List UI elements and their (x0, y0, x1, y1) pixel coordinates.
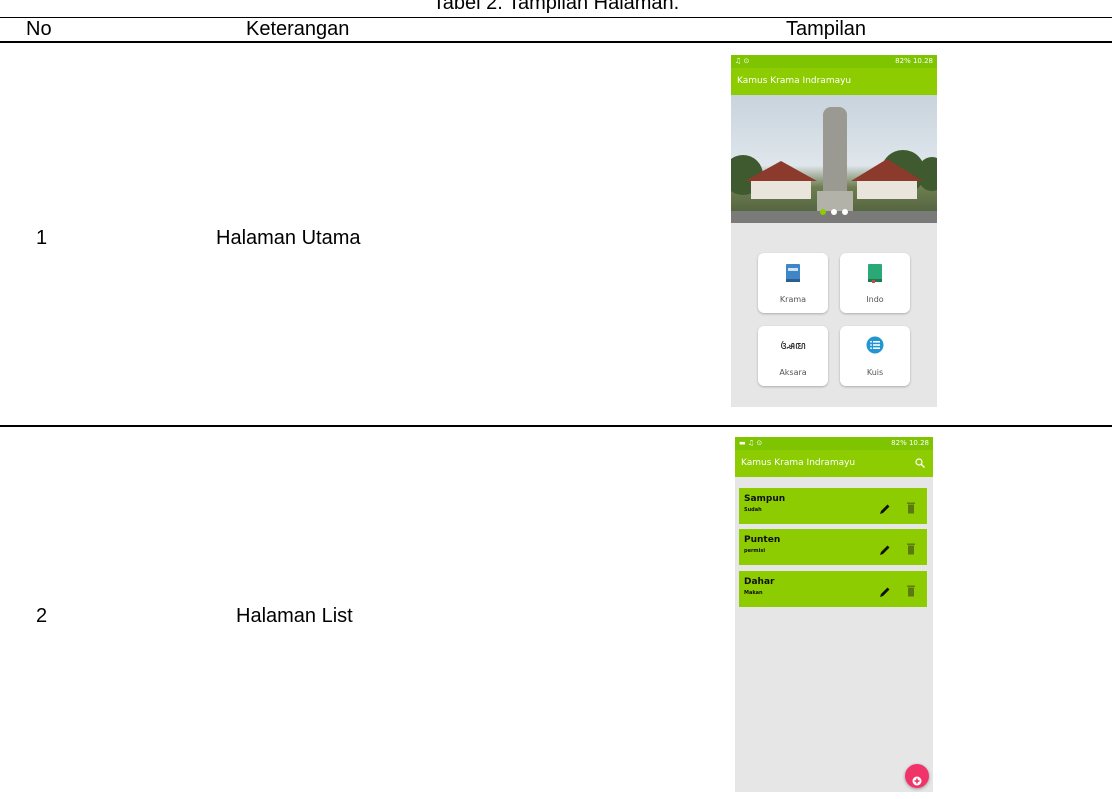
search-icon[interactable] (915, 458, 925, 471)
status-bar: ♫ ⊙ 82% 10.28 (731, 55, 937, 68)
table-caption: Tabel 2. Tampilan Halaman. (432, 0, 680, 14)
header-bottom-rule (0, 41, 1112, 43)
status-right: 82% 10.28 (895, 57, 933, 65)
menu-tile-aksara[interactable]: ꦄꦩ Aksara (758, 326, 828, 386)
carousel-dot[interactable] (820, 209, 826, 215)
menu-tile-label: Aksara (779, 368, 807, 377)
list-item[interactable]: Dahar Makan (739, 571, 927, 607)
edit-pencil-icon[interactable] (879, 500, 891, 514)
header-no: No (26, 18, 52, 40)
edit-pencil-icon[interactable] (879, 541, 891, 555)
header-keterangan: Keterangan (246, 18, 350, 40)
edit-pencil-icon[interactable] (879, 583, 891, 597)
row-2-keterangan: Halaman List (236, 605, 353, 627)
menu-tile-kuis[interactable]: Kuis (840, 326, 910, 386)
row-2-no: 2 (36, 605, 48, 627)
banner-photo (731, 95, 937, 223)
app-bar: Kamus Krama Indramayu (731, 68, 937, 95)
header-tampilan: Tampilan (786, 18, 867, 40)
app-bar: Kamus Krama Indramayu (735, 450, 933, 477)
row-divider (0, 425, 1112, 427)
row-1-no: 1 (36, 227, 48, 249)
table-top-rule (0, 17, 1112, 18)
list-item[interactable]: Punten permisi (739, 529, 927, 565)
menu-tile-label: Indo (866, 295, 884, 304)
list-item-word: Punten (744, 535, 781, 545)
carousel-dot[interactable] (831, 209, 837, 215)
carousel-dot[interactable] (842, 209, 848, 215)
phone-screenshot-main: ♫ ⊙ 82% 10.28 Kamus Krama Indramayu Kram… (731, 55, 937, 407)
app-title: Kamus Krama Indramayu (737, 76, 852, 86)
carousel-dots (820, 209, 848, 215)
quiz-list-icon (866, 336, 884, 358)
list-item-word: Sampun (744, 494, 786, 504)
row-1-keterangan: Halaman Utama (216, 227, 361, 249)
status-left: ▬ ♫ ⊙ (739, 439, 763, 447)
list-item-meaning: permisi (744, 548, 766, 554)
aksara-script-icon: ꦄꦩ (780, 339, 806, 352)
add-fab-button[interactable] (905, 764, 929, 788)
list-item-word: Dahar (744, 577, 775, 587)
menu-tile-krama[interactable]: Krama (758, 253, 828, 313)
delete-trash-icon[interactable] (906, 582, 916, 597)
delete-trash-icon[interactable] (906, 499, 916, 514)
list-item[interactable]: Sampun Sudah (739, 488, 927, 524)
delete-trash-icon[interactable] (906, 540, 916, 555)
app-title: Kamus Krama Indramayu (741, 458, 856, 468)
blue-book-icon (785, 263, 801, 287)
status-left: ♫ ⊙ (735, 57, 750, 65)
status-bar: ▬ ♫ ⊙ 82% 10.28 (735, 437, 933, 450)
menu-tile-label: Kuis (866, 368, 884, 377)
add-icon (912, 771, 922, 790)
green-book-icon (867, 263, 883, 287)
list-item-meaning: Sudah (744, 507, 762, 513)
list-item-meaning: Makan (744, 590, 763, 596)
menu-tile-label: Krama (779, 295, 807, 304)
phone-screenshot-list: ▬ ♫ ⊙ 82% 10.28 Kamus Krama Indramayu Sa… (735, 437, 933, 792)
status-right: 82% 10.28 (891, 439, 929, 447)
menu-tile-indo[interactable]: Indo (840, 253, 910, 313)
